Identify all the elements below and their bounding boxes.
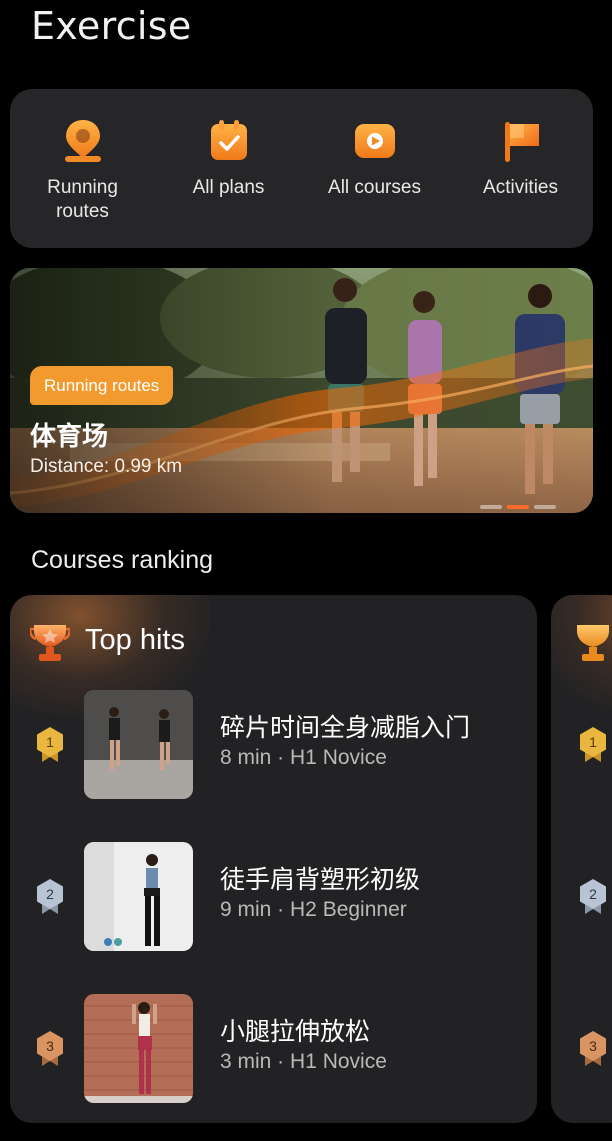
running-routes-label: Running routes	[47, 177, 118, 222]
quick-links-card: Running routes All plans All courses Act…	[10, 89, 593, 248]
course-name: 徒手肩背塑形初级	[220, 865, 421, 894]
all-courses-link[interactable]: All courses	[302, 89, 447, 248]
next-ranking-card[interactable]: 1 2 3	[551, 595, 612, 1123]
carousel-indicator	[480, 494, 561, 513]
carousel-dot	[480, 505, 502, 509]
silver-medal-icon: 2	[580, 879, 606, 914]
svg-text:1: 1	[589, 734, 597, 750]
running-routes-link[interactable]: Running routes	[10, 89, 155, 248]
svg-text:3: 3	[46, 1038, 54, 1054]
top-hits-title: Top hits	[85, 624, 185, 656]
svg-text:2: 2	[589, 886, 597, 902]
all-courses-label: All courses	[328, 177, 421, 198]
route-tag: Running routes	[30, 366, 174, 405]
bronze-medal-icon: 3	[37, 1031, 63, 1066]
route-name: 体育场	[30, 422, 109, 452]
activities-label: Activities	[483, 177, 558, 198]
course-row[interactable]: 1 碎片时间全身减脂入门 8 min · H1 Novice	[10, 690, 537, 800]
course-thumbnail	[84, 690, 193, 799]
page-title: Exercise	[31, 4, 192, 48]
courses-ranking-heading: Courses ranking	[31, 546, 214, 574]
trophy-icon	[30, 625, 70, 661]
carousel-dot-active	[507, 505, 529, 509]
top-hits-card: Top hits 1 碎片时间全身减脂入门 8 min · H1 Novice …	[10, 595, 537, 1123]
route-distance: Distance: 0.99 km	[30, 456, 183, 477]
activities-link[interactable]: Activities	[448, 89, 593, 248]
bronze-medal-icon: 3	[580, 1031, 606, 1066]
course-row[interactable]: 3 小腿拉伸放松 3 min · H1 Novice	[10, 994, 537, 1104]
course-meta: 8 min · H1 Novice	[220, 746, 387, 769]
calendar-check-icon	[210, 120, 247, 160]
course-thumbnail	[84, 994, 193, 1103]
course-name: 碎片时间全身减脂入门	[220, 713, 471, 742]
svg-text:2: 2	[46, 886, 54, 902]
silver-medal-icon: 2	[37, 879, 63, 914]
running-route-banner[interactable]: Running routes 体育场 Distance: 0.99 km	[10, 268, 593, 513]
course-meta: 3 min · H1 Novice	[220, 1050, 387, 1073]
flag-icon	[504, 122, 539, 162]
play-icon	[354, 124, 395, 158]
trophy-icon	[577, 625, 609, 661]
all-plans-label: All plans	[192, 177, 265, 198]
carousel-dot	[534, 505, 556, 509]
course-thumbnail	[84, 842, 193, 951]
course-row[interactable]: 2 徒手肩背塑形初级 9 min · H2 Beginner	[10, 842, 537, 952]
course-name: 小腿拉伸放松	[220, 1017, 371, 1046]
location-pin-icon	[64, 120, 101, 162]
svg-text:1: 1	[46, 734, 54, 750]
gold-medal-icon: 1	[580, 727, 606, 762]
gold-medal-icon: 1	[37, 727, 63, 762]
all-plans-link[interactable]: All plans	[156, 89, 301, 248]
svg-text:3: 3	[589, 1038, 597, 1054]
course-meta: 9 min · H2 Beginner	[220, 898, 407, 921]
